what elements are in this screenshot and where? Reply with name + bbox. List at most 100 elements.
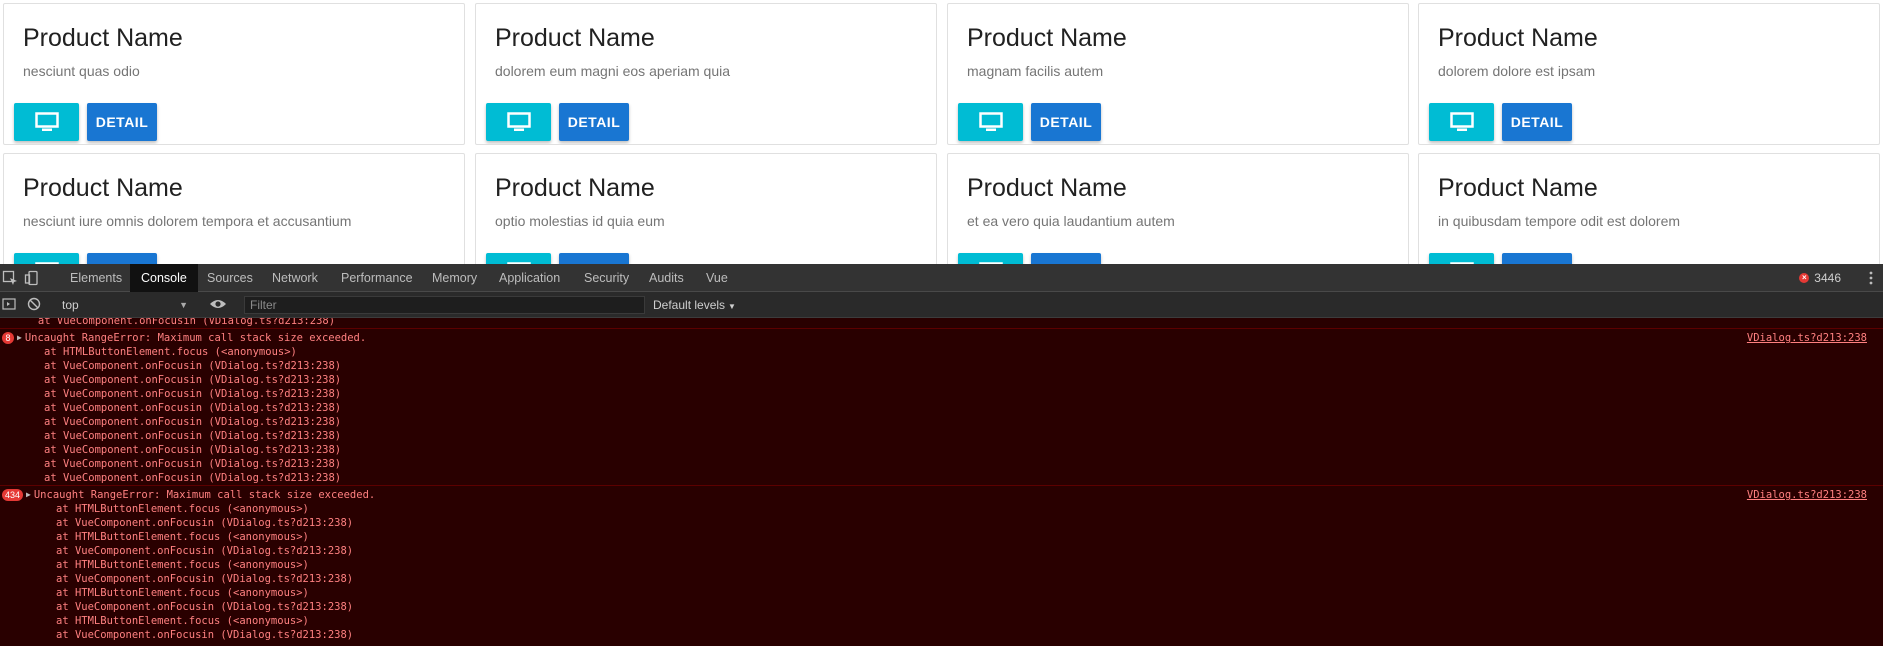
detail-button[interactable]: DETAIL	[1502, 253, 1572, 264]
tab-console[interactable]: Console	[130, 264, 198, 292]
show-sidebar-icon[interactable]	[2, 297, 16, 311]
monitor-icon	[34, 112, 59, 131]
stack-frame: at VueComponent.onFocusin (VDialog.ts?d2…	[44, 430, 342, 442]
log-levels-dropdown[interactable]: Default levels ▼	[653, 296, 736, 314]
repeat-count-badge: 8	[2, 332, 14, 344]
more-options-icon[interactable]	[1869, 271, 1873, 285]
detail-button[interactable]: DETAIL	[1031, 253, 1101, 264]
view-button[interactable]	[958, 103, 1023, 141]
tab-performance[interactable]: Performance	[330, 264, 424, 292]
stack-frame: at VueComponent.onFocusin (VDialog.ts?d2…	[44, 360, 342, 372]
stack-frame: at VueComponent.onFocusin (VDialog.ts?d2…	[44, 402, 342, 414]
tab-vue[interactable]: Vue	[695, 264, 739, 292]
stack-frame: at VueComponent.onFocusin (VDialog.ts?d2…	[56, 629, 354, 641]
source-link[interactable]: VDialog.ts?d213:238	[1747, 488, 1867, 502]
context-value: top	[62, 298, 79, 312]
error-count: 3446	[1814, 271, 1841, 285]
repeat-count-badge: 434	[2, 489, 24, 501]
error-counter[interactable]: × 3446	[1799, 264, 1841, 292]
view-button[interactable]	[14, 103, 79, 141]
detail-button[interactable]: DETAIL	[87, 253, 157, 264]
console-message: 8 ▶ Uncaught RangeError: Maximum call st…	[0, 328, 1883, 485]
tab-security[interactable]: Security	[573, 264, 640, 292]
log-levels-label: Default levels	[653, 298, 726, 312]
tab-sources[interactable]: Sources	[196, 264, 264, 292]
clear-console-icon[interactable]	[27, 297, 41, 311]
view-button[interactable]	[958, 253, 1023, 264]
tab-network[interactable]: Network	[261, 264, 329, 292]
detail-button[interactable]: DETAIL	[87, 103, 157, 141]
stack-frame: at VueComponent.onFocusin (VDialog.ts?d2…	[56, 545, 354, 557]
view-button[interactable]	[1429, 103, 1494, 141]
tab-application[interactable]: Application	[488, 264, 571, 292]
product-description: et ea vero quia laudantium autem	[967, 213, 1175, 229]
stack-frame: at VueComponent.onFocusin (VDialog.ts?d2…	[44, 388, 342, 400]
product-title: Product Name	[1438, 24, 1598, 52]
detail-button[interactable]: DETAIL	[559, 103, 629, 141]
console-toolbar: top ▼ Default levels▼	[0, 292, 1883, 318]
stack-frame: at VueComponent.onFocusin (VDialog.ts?d2…	[44, 472, 342, 484]
product-description: magnam facilis autem	[967, 63, 1104, 79]
error-message: Uncaught RangeError: Maximum call stack …	[24, 332, 367, 344]
view-button[interactable]	[14, 253, 79, 264]
tab-memory[interactable]: Memory	[421, 264, 488, 292]
tab-elements[interactable]: Elements	[59, 264, 133, 292]
stack-frame: at HTMLButtonElement.focus (<anonymous>)	[44, 346, 297, 358]
eye-icon[interactable]	[209, 298, 227, 310]
product-title: Product Name	[23, 24, 183, 52]
device-toolbar-icon[interactable]	[24, 270, 40, 286]
chevron-down-icon: ▼	[179, 300, 188, 310]
product-card: Product Name in quibusdam tempore odit e…	[1418, 153, 1880, 264]
detail-button[interactable]: DETAIL	[1502, 103, 1572, 141]
console-line: at VueComponent.onFocusin (VDialog.ts?d2…	[0, 318, 336, 327]
stack-frame: at HTMLButtonElement.focus (<anonymous>)	[56, 587, 309, 599]
monitor-icon	[978, 112, 1003, 131]
product-title: Product Name	[967, 174, 1127, 202]
view-button[interactable]	[486, 253, 551, 264]
expand-triangle-icon[interactable]: ▶	[17, 331, 22, 345]
stack-frame: at HTMLButtonElement.focus (<anonymous>)	[56, 531, 309, 543]
product-title: Product Name	[495, 24, 655, 52]
detail-button[interactable]: DETAIL	[1031, 103, 1101, 141]
product-description: optio molestias id quia eum	[495, 213, 665, 229]
stack-frame: at VueComponent.onFocusin (VDialog.ts?d2…	[56, 601, 354, 613]
stack-frame: at VueComponent.onFocusin (VDialog.ts?d2…	[44, 374, 342, 386]
inspect-element-icon[interactable]	[2, 270, 18, 286]
product-description: dolorem dolore est ipsam	[1438, 63, 1596, 79]
devtools-panel: Elements Console Sources Network Perform…	[0, 264, 1883, 646]
product-title: Product Name	[495, 174, 655, 202]
stack-frame: at VueComponent.onFocusin (VDialog.ts?d2…	[56, 573, 354, 585]
expand-triangle-icon[interactable]: ▶	[26, 488, 31, 502]
stack-frame: at HTMLButtonElement.focus (<anonymous>)	[56, 503, 309, 515]
product-title: Product Name	[1438, 174, 1598, 202]
tab-audits[interactable]: Audits	[638, 264, 695, 292]
chevron-down-icon: ▼	[728, 302, 736, 311]
product-title: Product Name	[967, 24, 1127, 52]
filter-input[interactable]	[244, 296, 645, 314]
stack-frame: at VueComponent.onFocusin (VDialog.ts?d2…	[44, 458, 342, 470]
product-card: Product Name magnam facilis autem DETAIL	[947, 3, 1409, 145]
stack-frame: at VueComponent.onFocusin (VDialog.ts?d2…	[44, 416, 342, 428]
product-card: Product Name nesciunt quas odio DETAIL	[3, 3, 465, 145]
product-description: dolorem eum magni eos aperiam quia	[495, 63, 731, 79]
stack-frame: at HTMLButtonElement.focus (<anonymous>)	[56, 559, 309, 571]
product-card: Product Name nesciunt iure omnis dolorem…	[3, 153, 465, 264]
product-description: nesciunt quas odio	[23, 63, 140, 79]
context-selector[interactable]: top ▼	[56, 296, 192, 314]
view-button[interactable]	[1429, 253, 1494, 264]
monitor-icon	[506, 112, 531, 131]
product-card: Product Name optio molestias id quia eum…	[475, 153, 937, 264]
view-button[interactable]	[486, 103, 551, 141]
console-output: at VueComponent.onFocusin (VDialog.ts?d2…	[0, 318, 1883, 646]
stack-frame: at VueComponent.onFocusin (VDialog.ts?d2…	[56, 517, 354, 529]
console-message: 434 ▶ Uncaught RangeError: Maximum call …	[0, 485, 1883, 642]
stack-frame: at VueComponent.onFocusin (VDialog.ts?d2…	[44, 444, 342, 456]
detail-button[interactable]: DETAIL	[559, 253, 629, 264]
stack-frame: at HTMLButtonElement.focus (<anonymous>)	[56, 615, 309, 627]
product-card: Product Name dolorem eum magni eos aperi…	[475, 3, 937, 145]
product-title: Product Name	[23, 174, 183, 202]
devtools-tabbar: Elements Console Sources Network Perform…	[0, 264, 1883, 292]
source-link[interactable]: VDialog.ts?d213:238	[1747, 331, 1867, 345]
monitor-icon	[1449, 112, 1474, 131]
product-description: nesciunt iure omnis dolorem tempora et a…	[23, 213, 352, 229]
